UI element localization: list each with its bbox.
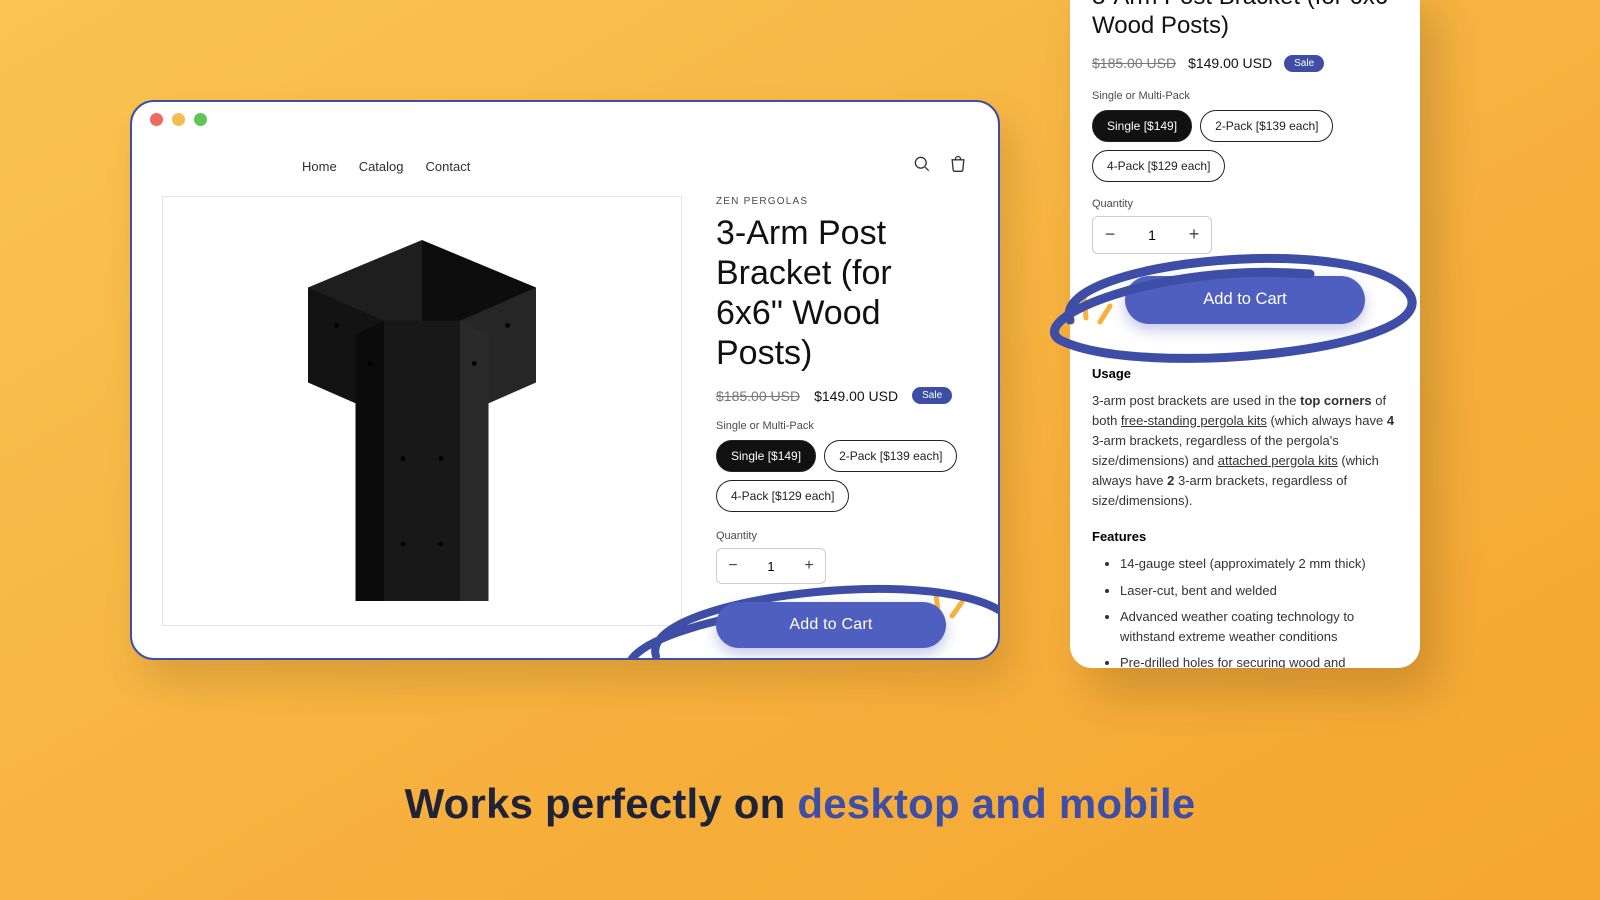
- headline-accent: desktop and mobile: [797, 780, 1195, 827]
- link-freestanding-kits-mobile[interactable]: free-standing pergola kits: [1121, 413, 1267, 428]
- price-compare: $185.00 USD: [716, 388, 800, 404]
- usage-text-mobile: 3-arm post brackets are used in the top …: [1092, 391, 1398, 512]
- product-title: 3-Arm Post Bracket (for 6x6" Wood Posts): [716, 213, 968, 373]
- feature-item: Pre-drilled holes for securing wood and …: [1120, 653, 1398, 668]
- product-area: ZEN PERGOLAS 3-Arm Post Bracket (for 6x6…: [132, 196, 998, 660]
- window-titlebar: [132, 102, 998, 136]
- variant-label-mobile: Single or Multi-Pack: [1092, 90, 1398, 102]
- qty-increase-button[interactable]: +: [799, 557, 819, 575]
- feature-item: Laser-cut, bent and welded: [1120, 581, 1398, 601]
- cart-icon[interactable]: [948, 154, 968, 179]
- add-to-cart-button-mobile[interactable]: Add to Cart: [1125, 276, 1365, 324]
- nav-contact[interactable]: Contact: [426, 159, 471, 174]
- product-details: ZEN PERGOLAS 3-Arm Post Bracket (for 6x6…: [716, 196, 968, 660]
- nav-catalog[interactable]: Catalog: [359, 159, 404, 174]
- usage-heading-mobile: Usage: [1092, 366, 1398, 381]
- qty-increase-button-mobile[interactable]: +: [1181, 224, 1207, 245]
- qty-value-mobile: 1: [1148, 227, 1156, 243]
- quantity-stepper-mobile[interactable]: − 1 +: [1092, 216, 1212, 254]
- quantity-label: Quantity: [716, 530, 968, 542]
- marketing-headline: Works perfectly on desktop and mobile: [0, 780, 1600, 828]
- variant-2pack[interactable]: 2-Pack [$139 each]: [824, 440, 957, 472]
- qty-decrease-button-mobile[interactable]: −: [1097, 224, 1123, 245]
- add-to-cart-button[interactable]: Add to Cart: [716, 602, 946, 648]
- variant-2pack-mobile[interactable]: 2-Pack [$139 each]: [1200, 110, 1333, 142]
- variant-single-mobile[interactable]: Single [$149]: [1092, 110, 1192, 142]
- sale-badge: Sale: [912, 387, 952, 404]
- product-vendor: ZEN PERGOLAS: [716, 196, 968, 207]
- mobile-device-frame: 3-Arm Post Bracket (for 6x6" Wood Posts)…: [1070, 0, 1420, 668]
- nav-home[interactable]: Home: [302, 159, 337, 174]
- price-current: $149.00 USD: [814, 388, 898, 404]
- features-list: 14-gauge steel (approximately 2 mm thick…: [1092, 554, 1398, 668]
- variant-4pack[interactable]: 4-Pack [$129 each]: [716, 480, 849, 512]
- window-minimize-icon[interactable]: [172, 113, 185, 126]
- variant-label: Single or Multi-Pack: [716, 420, 968, 432]
- store-header: Home Catalog Contact: [132, 136, 998, 196]
- quantity-stepper[interactable]: − 1 +: [716, 548, 826, 584]
- link-attached-kits-mobile[interactable]: attached pergola kits: [1218, 453, 1338, 468]
- qty-value: 1: [767, 559, 774, 574]
- desktop-browser-window: Home Catalog Contact: [130, 100, 1000, 660]
- feature-item: 14-gauge steel (approximately 2 mm thick…: [1120, 554, 1398, 574]
- feature-item: Advanced weather coating technology to w…: [1120, 607, 1398, 647]
- variant-single[interactable]: Single [$149]: [716, 440, 816, 472]
- store-nav: Home Catalog Contact: [302, 159, 470, 174]
- window-zoom-icon[interactable]: [194, 113, 207, 126]
- price-compare-mobile: $185.00 USD: [1092, 55, 1176, 71]
- sale-badge-mobile: Sale: [1284, 55, 1324, 72]
- search-icon[interactable]: [912, 154, 932, 179]
- qty-decrease-button[interactable]: −: [723, 557, 743, 575]
- product-title-mobile: 3-Arm Post Bracket (for 6x6" Wood Posts): [1092, 0, 1398, 41]
- variant-4pack-mobile[interactable]: 4-Pack [$129 each]: [1092, 150, 1225, 182]
- price-current-mobile: $149.00 USD: [1188, 55, 1272, 71]
- features-heading: Features: [1092, 529, 1398, 544]
- quantity-label-mobile: Quantity: [1092, 198, 1398, 210]
- window-close-icon[interactable]: [150, 113, 163, 126]
- headline-lead: Works perfectly on: [405, 780, 798, 827]
- product-image[interactable]: [162, 196, 682, 626]
